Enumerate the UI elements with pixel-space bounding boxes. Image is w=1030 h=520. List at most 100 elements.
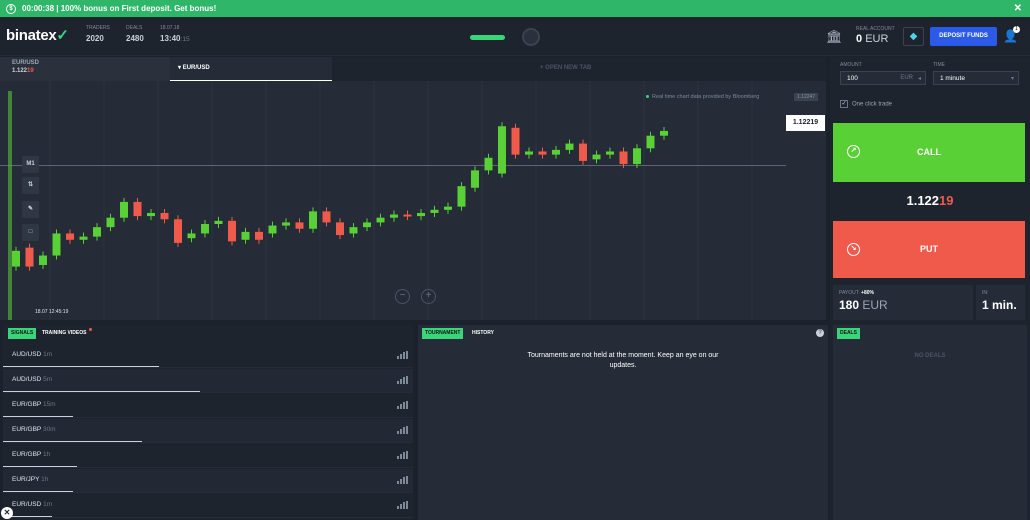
signal-row[interactable]: AUD/USD 1m (3, 344, 413, 368)
candle[interactable] (457, 186, 466, 207)
close-icon[interactable]: ✕ (1, 507, 13, 519)
time-label: TIME (933, 62, 945, 68)
payout-label: PAYOUT: (839, 290, 860, 296)
put-button[interactable]: ↘ PUT (833, 221, 1025, 278)
candle[interactable] (444, 206, 452, 210)
candle[interactable] (174, 219, 182, 243)
checkbox-icon[interactable]: ✓ (840, 100, 848, 108)
candle[interactable] (471, 170, 479, 188)
zoom-in-button[interactable]: + (421, 289, 436, 304)
tab-training-videos[interactable]: TRAINING VIDEOS (39, 328, 89, 339)
candle[interactable] (147, 212, 155, 217)
candle[interactable] (282, 222, 290, 226)
candle[interactable] (646, 135, 655, 149)
candle[interactable] (592, 154, 601, 160)
price-chart[interactable]: Real time chart data provided by Bloombe… (0, 81, 826, 320)
candle[interactable] (660, 130, 668, 136)
candle[interactable] (376, 217, 385, 223)
close-icon[interactable]: ✕ (1014, 3, 1022, 14)
candle[interactable] (133, 201, 142, 217)
layout-slider-knob[interactable] (522, 28, 540, 46)
bank-icon[interactable]: 🏛 (826, 29, 843, 44)
signal-row[interactable]: EUR/GBP 30m (3, 419, 413, 443)
candle[interactable] (268, 225, 277, 234)
candle[interactable] (214, 220, 223, 224)
candle[interactable] (417, 212, 425, 217)
signal-strength-icon (397, 451, 408, 459)
candle[interactable] (241, 231, 250, 240)
time-select[interactable]: 1 minute ▾ (933, 71, 1019, 85)
timeframe-button[interactable]: M1 (22, 156, 39, 173)
deposit-funds-button[interactable]: DEPOSIT FUNDS (930, 27, 997, 46)
candle[interactable] (79, 236, 88, 240)
time-seconds: :15 (180, 36, 190, 43)
open-new-tab-button[interactable]: + OPEN NEW TAB (540, 65, 591, 71)
promo-banner[interactable]: $ 00:00:38 | 100% bonus on First deposit… (0, 0, 1030, 17)
candle[interactable] (390, 214, 398, 218)
draw-tool-icon[interactable]: ✎ (22, 201, 39, 218)
candle[interactable] (12, 250, 20, 267)
candle[interactable] (552, 149, 560, 155)
signal-row[interactable]: EUR/USD 1m (3, 494, 413, 518)
candle[interactable] (295, 222, 304, 229)
candle[interactable] (633, 148, 641, 165)
candle[interactable] (25, 247, 34, 267)
call-button[interactable]: ↗ CALL (833, 123, 1025, 182)
amount-label: AMOUNT (840, 62, 862, 68)
indicator-tool-icon[interactable]: ⇅ (22, 177, 39, 194)
candle[interactable] (160, 212, 169, 220)
signal-row[interactable]: EUR/GBP 1h (3, 444, 413, 468)
candle[interactable] (322, 211, 331, 223)
tab-deals[interactable]: DEALS (837, 328, 860, 339)
in-value: 1 min. (982, 298, 1017, 312)
amount-stepper-icon[interactable]: ◂ (918, 75, 921, 82)
signal-pair: EUR/GBP 30m (12, 426, 56, 433)
layout-slider-track[interactable] (470, 35, 505, 40)
candle[interactable] (93, 227, 101, 237)
candle[interactable] (349, 227, 358, 234)
candle[interactable] (619, 151, 628, 165)
candle[interactable] (484, 157, 493, 171)
tab-history[interactable]: HISTORY (469, 328, 497, 339)
tab-tournament[interactable]: TOURNAMENT (422, 328, 464, 339)
tab-asset-summary[interactable]: EUR/USD 1.12219 (0, 57, 170, 81)
candle[interactable] (430, 209, 439, 213)
candle[interactable] (120, 201, 128, 218)
candle[interactable] (228, 220, 236, 242)
payout-box: PAYOUT: +80% 180 EUR (833, 285, 973, 320)
candle[interactable] (39, 255, 47, 265)
candle[interactable] (106, 217, 115, 228)
candle[interactable] (309, 211, 317, 229)
signal-row[interactable]: EUR/GBP 15m (3, 394, 413, 418)
logo[interactable]: binatex✓ (6, 26, 69, 44)
tab-eurusd[interactable]: ▾ EUR/USD (170, 57, 332, 81)
shape-tool-icon[interactable]: □ (22, 224, 39, 241)
candle[interactable] (606, 151, 614, 155)
zoom-out-button[interactable]: − (395, 289, 410, 304)
candle[interactable] (511, 127, 520, 155)
info-icon[interactable]: ? (816, 329, 824, 337)
signal-row[interactable]: AUD/USD 5m (3, 369, 413, 393)
candle[interactable] (201, 224, 209, 234)
candle[interactable] (66, 233, 74, 240)
candle[interactable] (565, 143, 574, 150)
signal-row[interactable]: EUR/JPY 1h (3, 469, 413, 493)
candle[interactable] (498, 126, 506, 174)
candle[interactable] (525, 151, 533, 155)
diamond-icon[interactable]: ◆ (903, 27, 924, 46)
one-click-trade-toggle[interactable]: ✓ One click trade (840, 100, 892, 108)
candle[interactable] (363, 222, 371, 228)
amount-input[interactable]: 100 EUR ◂ (840, 71, 926, 85)
candle[interactable] (336, 222, 344, 236)
call-label: CALL (917, 147, 941, 157)
candle[interactable] (255, 231, 263, 240)
candle[interactable] (538, 151, 547, 155)
candle[interactable] (187, 233, 196, 239)
candle[interactable] (579, 143, 587, 161)
candle[interactable] (52, 233, 61, 256)
candlestick-chart-svg[interactable] (0, 81, 826, 320)
account-info[interactable]: REAL ACCOUNT 0 EUR (856, 26, 895, 45)
amount-currency: EUR (900, 75, 913, 81)
tab-signals[interactable]: SIGNALS (8, 328, 37, 339)
candle[interactable] (403, 214, 412, 217)
